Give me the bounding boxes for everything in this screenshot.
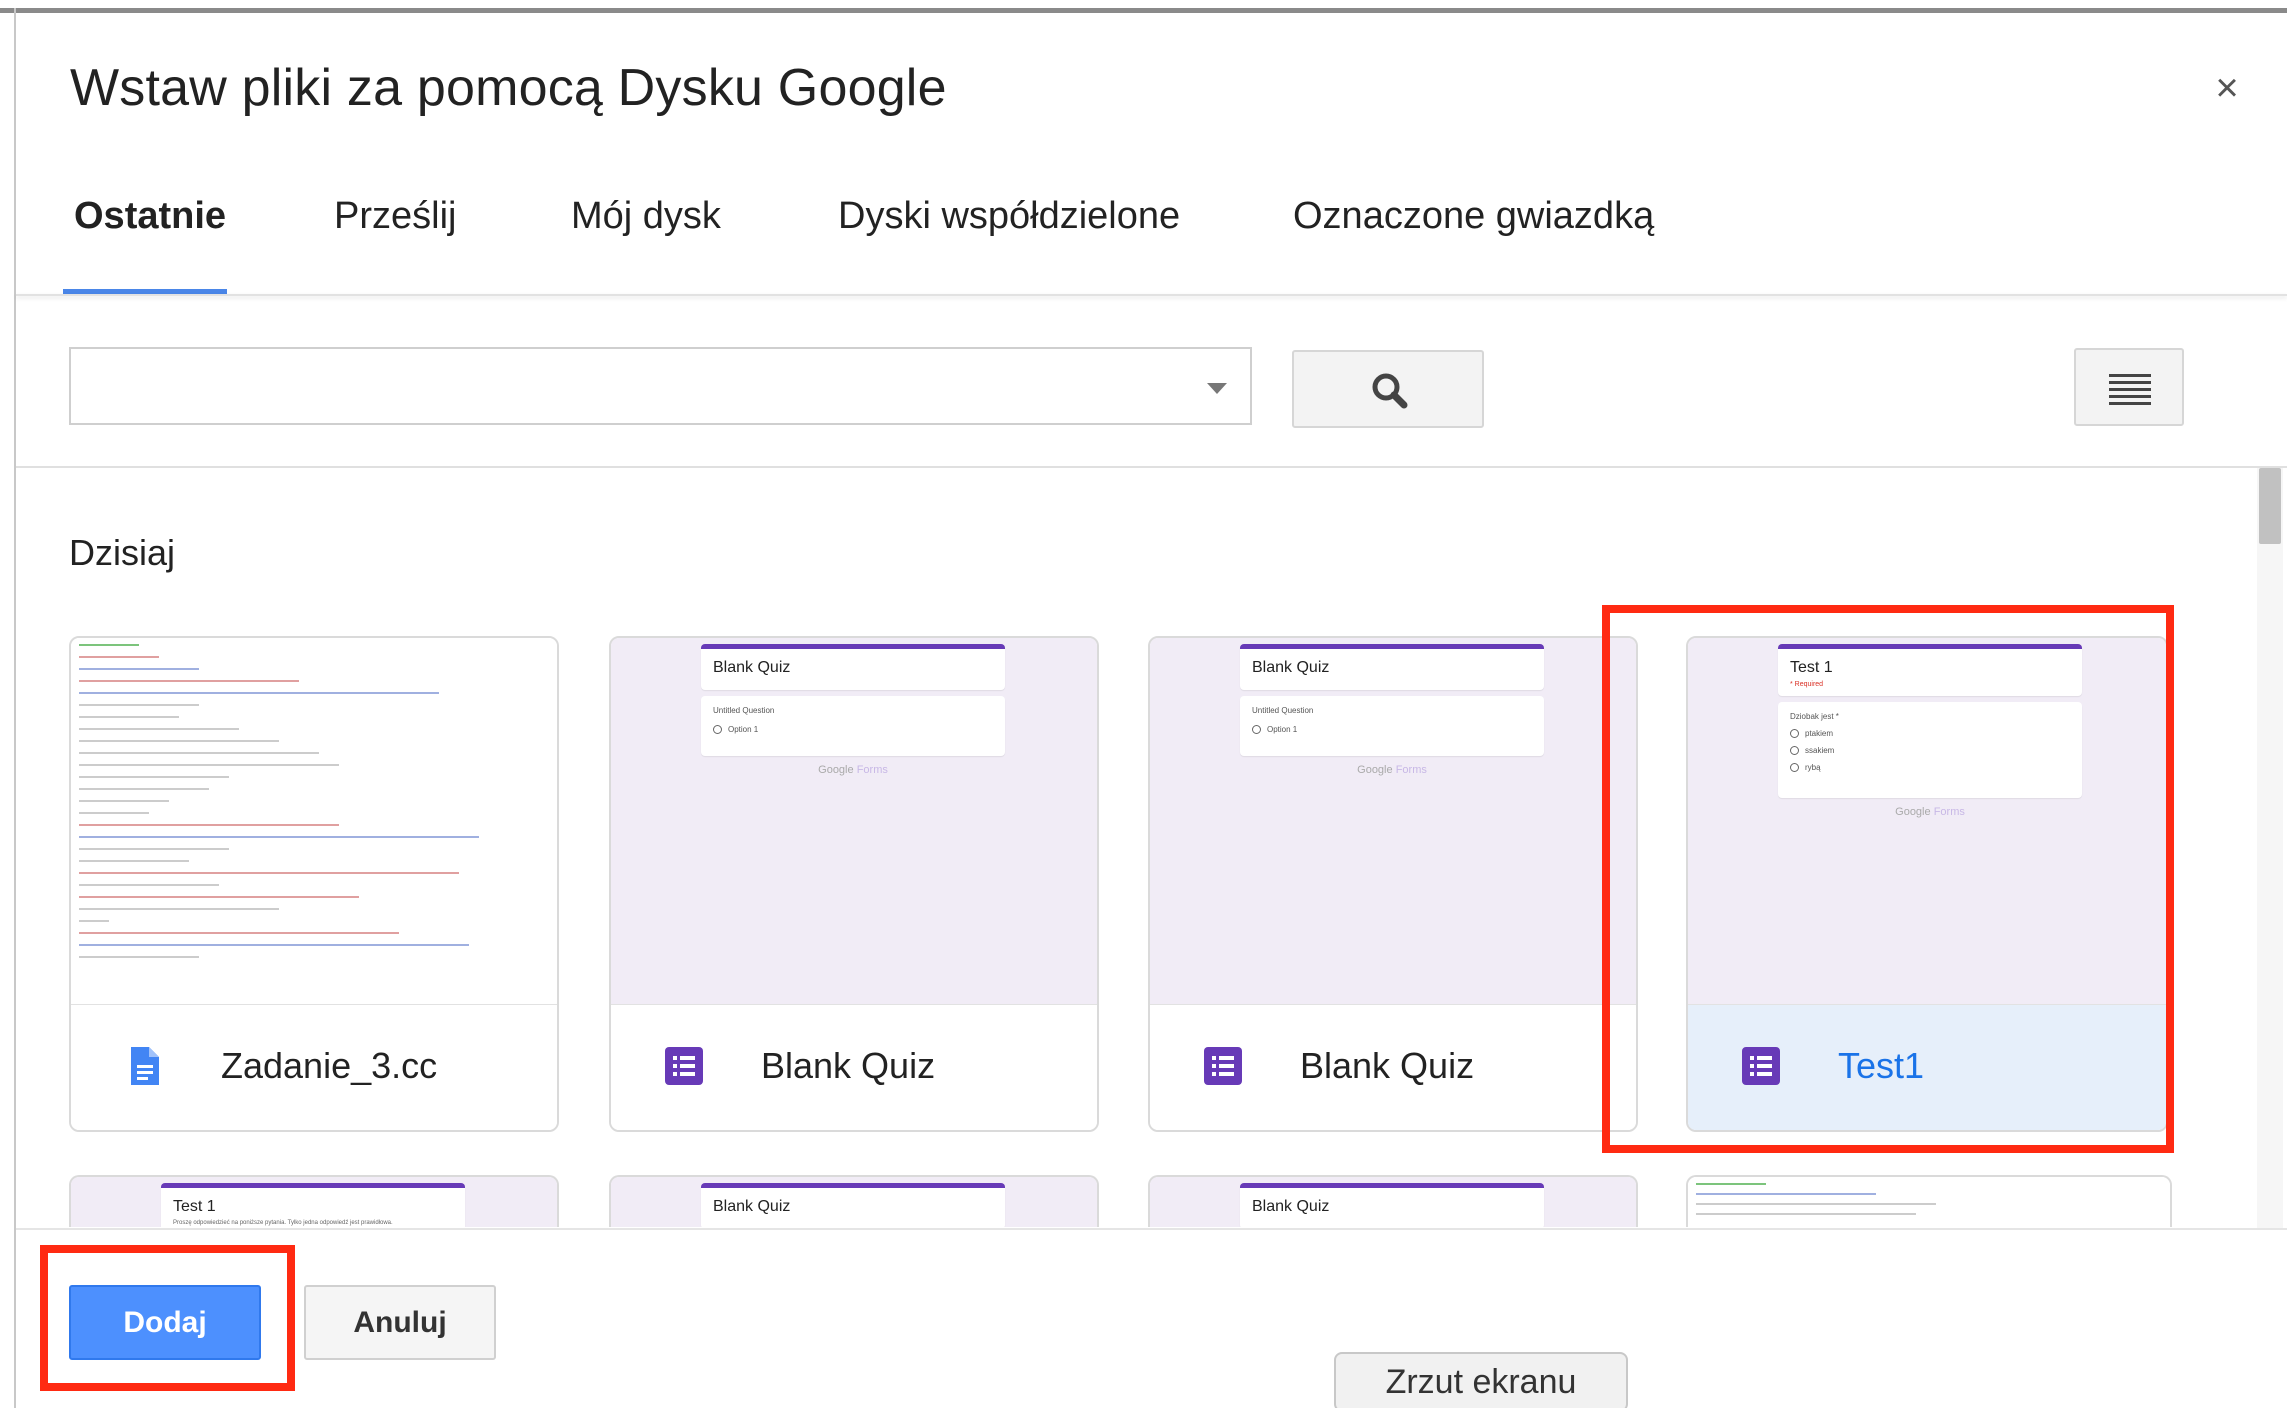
file-card-partial[interactable]: Blank Quiz — [609, 1175, 1099, 1227]
form-option-text: Option 1 — [1267, 725, 1298, 734]
close-icon[interactable]: × — [2205, 66, 2249, 110]
file-card-blank-quiz[interactable]: Blank Quiz Untitled Question Option 1 Go… — [1148, 636, 1638, 1132]
screenshot-tooltip: Zrzut ekranu — [1334, 1352, 1628, 1408]
tab-ostatnie[interactable]: Ostatnie — [74, 195, 226, 238]
search-options-dropdown-icon[interactable] — [1207, 383, 1227, 394]
file-card-partial[interactable]: Blank Quiz — [1148, 1175, 1638, 1227]
cancel-button[interactable]: Anuluj — [304, 1285, 496, 1360]
highlight-box-add-button — [40, 1245, 295, 1391]
file-card-blank-quiz[interactable]: Blank Quiz Untitled Question Option 1 Go… — [609, 636, 1099, 1132]
search-icon — [1372, 373, 1408, 409]
form-preview-title: Test 1 — [173, 1198, 216, 1215]
google-docs-icon — [131, 1047, 159, 1085]
dialog-title: Wstaw pliki za pomocą Dysku Google — [70, 59, 947, 117]
tabs-divider — [16, 294, 2287, 296]
google-forms-icon — [1204, 1047, 1242, 1085]
file-card-zadanie[interactable]: Zadanie_3.cc — [69, 636, 559, 1132]
form-preview-question: Untitled Question Option 1 — [1240, 696, 1544, 756]
form-preview-title: Blank Quiz — [1240, 1183, 1544, 1227]
file-thumbnail: Blank Quiz Untitled Question Option 1 Go… — [1150, 638, 1636, 1004]
scrollbar-thumb[interactable] — [2259, 468, 2281, 544]
section-heading-today: Dzisiaj — [69, 532, 176, 573]
form-preview-question: Untitled Question Option 1 — [701, 696, 1005, 756]
file-name: Blank Quiz — [1300, 1045, 1475, 1086]
tab-oznaczone-gwiazdka[interactable]: Oznaczone gwiazdką — [1293, 195, 1654, 238]
form-preview-header: Test 1 Proszę odpowiedzieć na poniższe p… — [161, 1183, 465, 1227]
file-thumbnail — [1688, 1177, 2170, 1227]
code-preview — [79, 644, 549, 968]
file-name: Blank Quiz — [761, 1045, 936, 1086]
window-top-border — [0, 8, 2287, 13]
form-preview: Blank Quiz Untitled Question Option 1 Go… — [1240, 644, 1544, 776]
google-forms-icon — [665, 1047, 703, 1085]
scrollbar-track[interactable] — [2257, 468, 2283, 1228]
form-preview: Blank Quiz Untitled Question Option 1 Go… — [701, 644, 1005, 776]
search-input[interactable] — [71, 349, 1250, 423]
form-preview-title: Blank Quiz — [1240, 644, 1544, 690]
file-thumbnail: Blank Quiz Untitled Question Option 1 Go… — [611, 638, 1097, 1004]
search-input-wrapper — [69, 347, 1252, 425]
radio-icon — [713, 725, 722, 734]
list-view-button[interactable] — [2074, 348, 2184, 426]
toolbar-divider — [16, 466, 2287, 468]
file-card-partial[interactable] — [1686, 1175, 2172, 1227]
window-left-border — [14, 8, 16, 1408]
footer-divider — [16, 1228, 2287, 1230]
form-preview-title: Blank Quiz — [701, 644, 1005, 690]
file-thumbnail: Blank Quiz — [1150, 1177, 1636, 1227]
form-preview: Blank Quiz — [1240, 1183, 1544, 1227]
google-forms-brand: Google Forms — [1357, 764, 1427, 776]
google-forms-brand: Google Forms — [818, 764, 888, 776]
file-thumbnail: Blank Quiz — [611, 1177, 1097, 1227]
file-card-partial[interactable]: Test 1 Proszę odpowiedzieć na poniższe p… — [69, 1175, 559, 1227]
file-card-footer: Zadanie_3.cc — [71, 1004, 557, 1130]
file-thumbnail — [71, 638, 557, 1004]
tab-moj-dysk[interactable]: Mój dysk — [571, 195, 721, 238]
highlight-box-selected-file — [1602, 605, 2174, 1153]
file-card-footer: Blank Quiz — [611, 1004, 1097, 1130]
form-preview: Blank Quiz — [701, 1183, 1005, 1227]
search-button[interactable] — [1292, 350, 1484, 428]
form-preview-title: Blank Quiz — [701, 1183, 1005, 1227]
code-preview — [1696, 1183, 2166, 1223]
form-option-text: Option 1 — [728, 725, 759, 734]
form-question-text: Untitled Question — [1252, 706, 1314, 715]
file-card-footer: Blank Quiz — [1150, 1004, 1636, 1130]
tab-dyski-wspoldzielone[interactable]: Dyski współdzielone — [838, 195, 1180, 238]
file-thumbnail: Test 1 Proszę odpowiedzieć na poniższe p… — [71, 1177, 557, 1227]
file-name: Zadanie_3.cc — [221, 1045, 438, 1086]
tab-przeslij[interactable]: Prześlij — [334, 195, 456, 238]
radio-icon — [1252, 725, 1261, 734]
form-question-text: Untitled Question — [713, 706, 775, 715]
form-preview-description: Proszę odpowiedzieć na poniższe pytania.… — [173, 1220, 393, 1226]
form-preview: Test 1 Proszę odpowiedzieć na poniższe p… — [161, 1183, 465, 1227]
